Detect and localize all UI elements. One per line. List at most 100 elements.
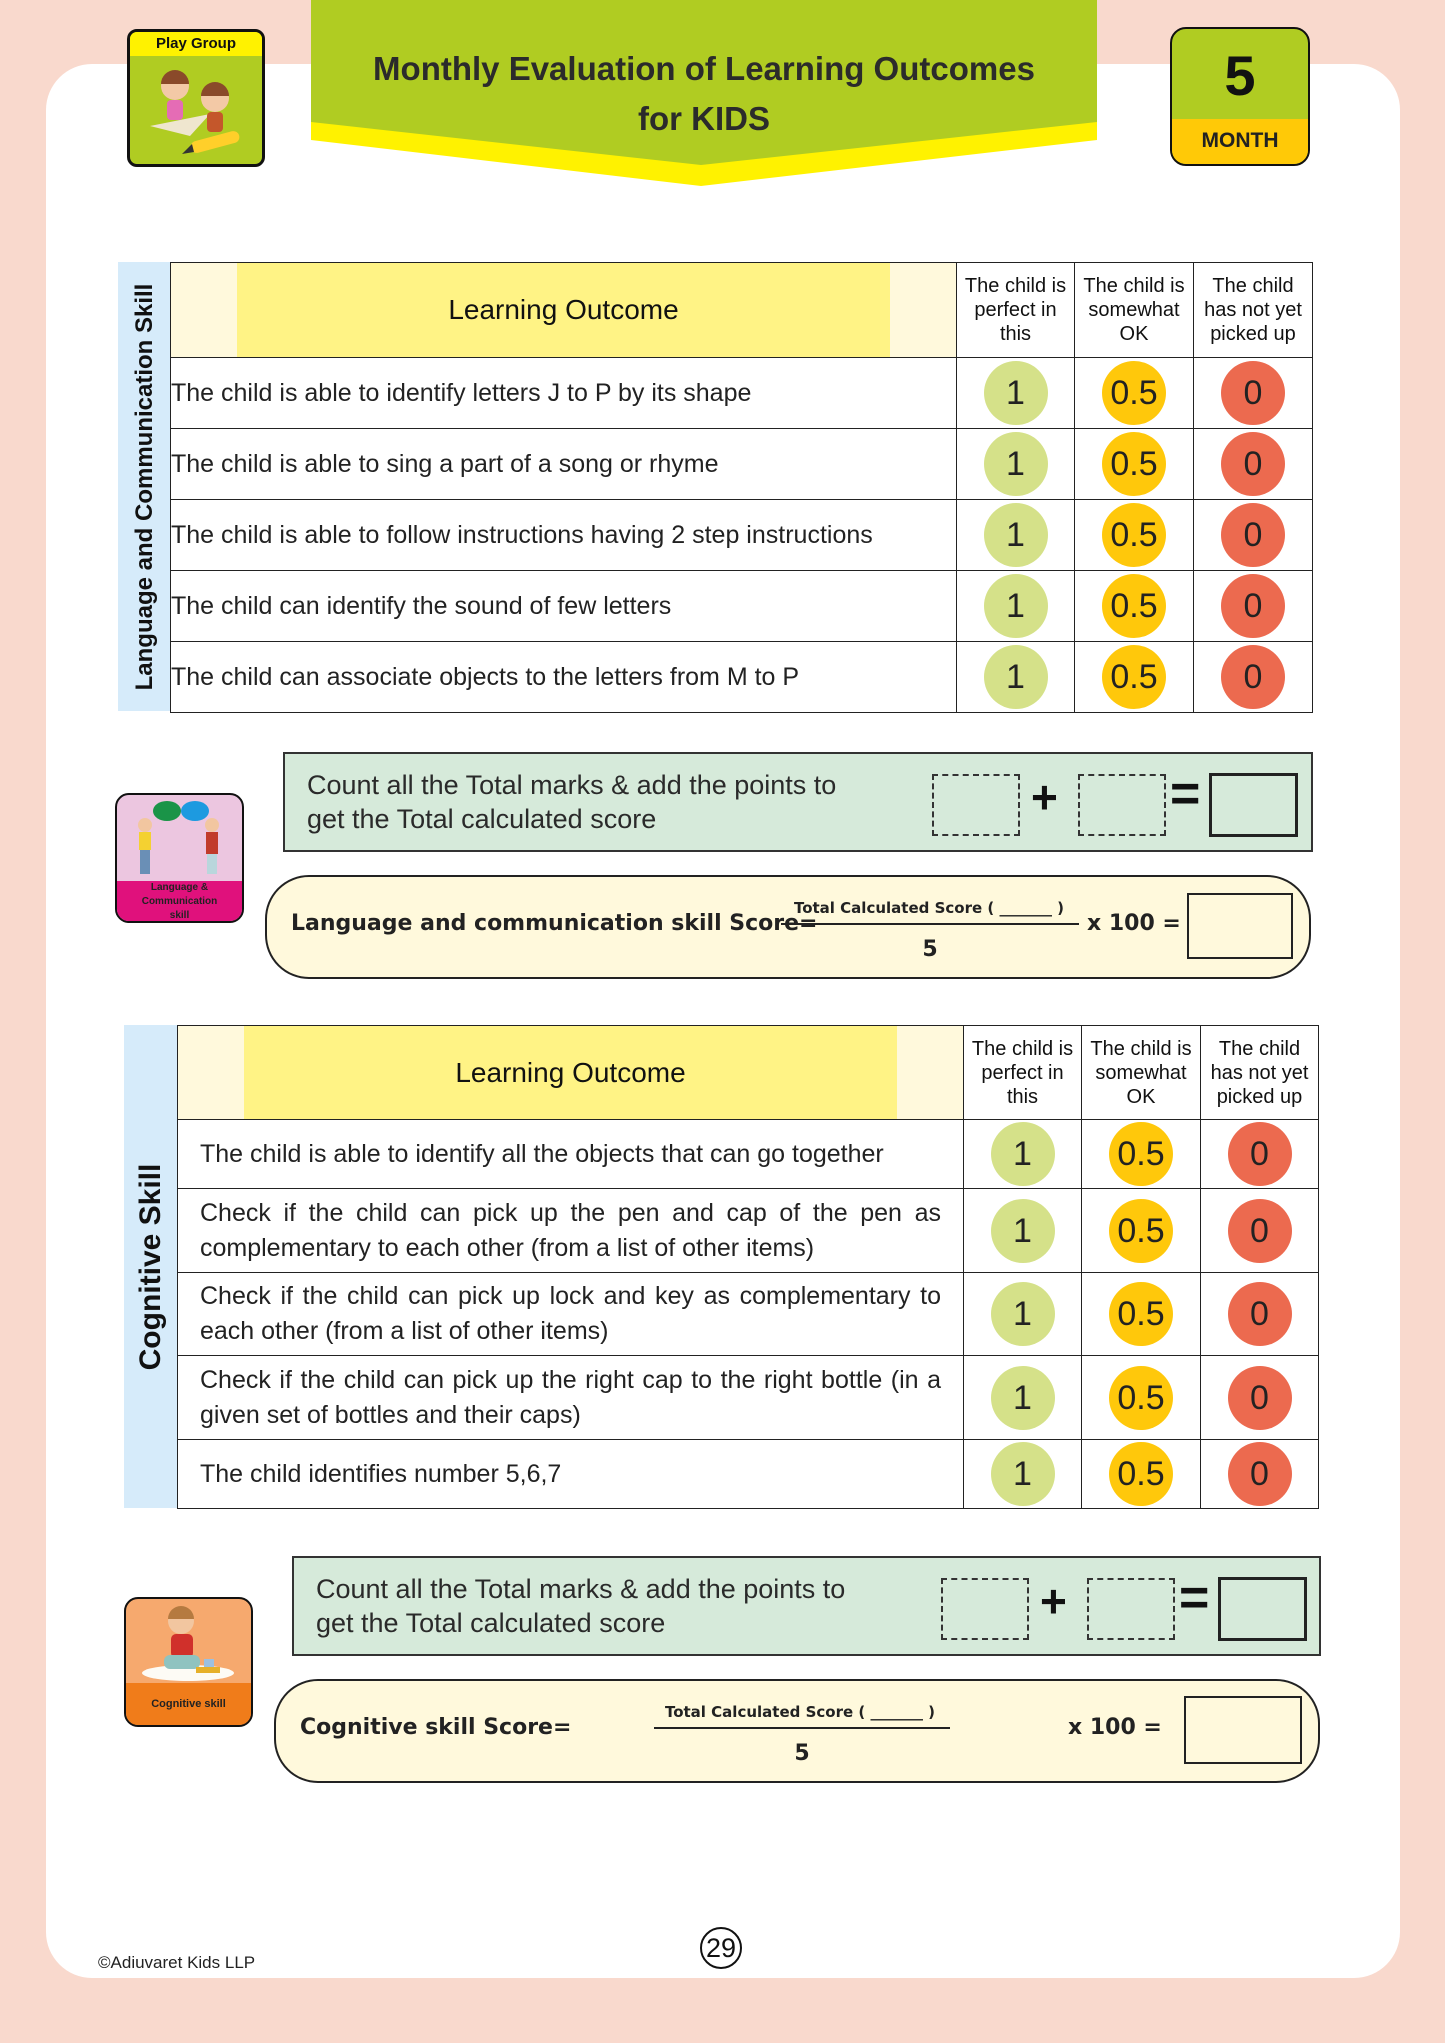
- month-label: MONTH: [1172, 119, 1308, 164]
- score-ok-option[interactable]: 0.5: [1102, 574, 1166, 638]
- score-not-yet-option[interactable]: 0: [1227, 1282, 1292, 1346]
- cognitive-count-box: Count all the Total marks & add the poin…: [292, 1556, 1321, 1656]
- score-perfect-option[interactable]: 1: [983, 574, 1048, 638]
- score-not-yet-option[interactable]: 0: [1227, 1198, 1292, 1263]
- page-title: Monthly Evaluation of Learning Outcomes …: [373, 50, 1035, 137]
- outcome-text: Check if the child can pick up lock and …: [177, 1272, 964, 1356]
- score-ok-option[interactable]: 0.5: [1109, 1198, 1173, 1263]
- score-perfect-option[interactable]: 1: [990, 1365, 1055, 1430]
- score-perfect-option[interactable]: 1: [990, 1122, 1055, 1186]
- formula-multiplier: x 100 =: [1087, 911, 1181, 936]
- score-ok-option[interactable]: 0.5: [1102, 503, 1166, 567]
- child-playing-icon: [142, 1606, 234, 1681]
- count-instruction: Count all the Total marks & add the poin…: [307, 770, 837, 834]
- equals-sign: =: [1170, 765, 1201, 823]
- table-row: The child is able to identify all the ob…: [177, 1119, 1319, 1189]
- outcome-text: The child identifies number 5,6,7: [177, 1439, 964, 1509]
- score-perfect-option[interactable]: 1: [990, 1198, 1055, 1263]
- col-perfect-header: The child is perfect in this: [963, 1025, 1082, 1120]
- score-not-yet-option[interactable]: 0: [1221, 574, 1285, 638]
- formula-numerator: Total Calculated Score ( _______ ): [664, 1703, 936, 1721]
- table-header-row: Learning Outcome The child is perfect in…: [170, 262, 1313, 358]
- fraction-line: [781, 923, 1079, 925]
- section-label-cognitive: Cognitive Skill: [124, 1025, 178, 1508]
- learning-outcome-header: Learning Outcome: [177, 1025, 964, 1120]
- score-not-yet-option[interactable]: 0: [1221, 503, 1285, 567]
- score-ok-option[interactable]: 0.5: [1109, 1442, 1173, 1506]
- outcome-text: The child can identify the sound of few …: [170, 570, 957, 642]
- count-input-box-1[interactable]: [932, 774, 1020, 836]
- plus-sign: +: [1031, 771, 1058, 823]
- score-ok-option[interactable]: 0.5: [1109, 1365, 1173, 1430]
- formula-label: Cognitive skill Score=: [300, 1715, 572, 1740]
- outcome-text: The child can associate objects to the l…: [170, 641, 957, 713]
- outcome-text: The child is able to identify letters J …: [170, 357, 957, 429]
- language-score-formula: Language and communication skill Score= …: [265, 875, 1311, 979]
- table-row: The child is able to identify letters J …: [170, 357, 1313, 429]
- outcome-text: The child is able to sing a part of a so…: [170, 428, 957, 500]
- section-label-language: Language and Communication Skill: [118, 262, 172, 711]
- count-input-box-2[interactable]: [1078, 774, 1166, 836]
- score-perfect-option[interactable]: 1: [983, 361, 1048, 425]
- table-row: The child can identify the sound of few …: [170, 570, 1313, 642]
- col-perfect-header: The child is perfect in this: [956, 262, 1075, 358]
- table-row: The child is able to follow instructions…: [170, 499, 1313, 571]
- cognitive-score-formula: Cognitive skill Score= Total Calculated …: [274, 1679, 1320, 1783]
- month-badge: 5 MONTH: [1170, 27, 1310, 166]
- outcome-text: Check if the child can pick up the right…: [177, 1355, 964, 1440]
- score-ok-option[interactable]: 0.5: [1102, 432, 1166, 496]
- score-ok-option[interactable]: 0.5: [1109, 1282, 1173, 1346]
- equals-sign: =: [1179, 1569, 1210, 1627]
- learning-outcome-header: Learning Outcome: [170, 262, 957, 358]
- score-perfect-option[interactable]: 1: [983, 432, 1048, 496]
- formula-multiplier: x 100 =: [1068, 1715, 1162, 1740]
- cognitive-skill-icon: Cognitive skill: [124, 1597, 253, 1727]
- score-not-yet-option[interactable]: 0: [1227, 1442, 1292, 1506]
- table-row: Check if the child can pick up the pen a…: [177, 1188, 1319, 1273]
- count-instruction: Count all the Total marks & add the poin…: [316, 1574, 846, 1638]
- language-skill-icon: Language & Communication skill: [115, 793, 244, 923]
- score-not-yet-option[interactable]: 0: [1221, 432, 1285, 496]
- score-not-yet-option[interactable]: 0: [1221, 645, 1285, 709]
- score-perfect-option[interactable]: 1: [983, 645, 1048, 709]
- formula-denominator: 5: [922, 937, 938, 962]
- score-not-yet-option[interactable]: 0: [1227, 1365, 1292, 1430]
- score-not-yet-option[interactable]: 0: [1221, 361, 1285, 425]
- kids-illustration-icon: [150, 70, 240, 154]
- talking-kids-icon: [138, 801, 219, 874]
- table-row: Check if the child can pick up the right…: [177, 1355, 1319, 1440]
- table-row: The child identifies number 5,6,7 1 0.5 …: [177, 1439, 1319, 1509]
- cognitive-evaluation-table: Learning Outcome The child is perfect in…: [177, 1025, 1319, 1509]
- score-perfect-option[interactable]: 1: [990, 1282, 1055, 1346]
- language-score-result-input[interactable]: [1187, 893, 1293, 959]
- table-row: The child can associate objects to the l…: [170, 641, 1313, 713]
- language-skill-caption: Language & Communication skill: [117, 881, 242, 921]
- language-evaluation-table: Learning Outcome The child is perfect in…: [170, 262, 1313, 713]
- total-score-input[interactable]: [1218, 1577, 1307, 1641]
- page-number: 29: [700, 1927, 742, 1969]
- cognitive-skill-caption: Cognitive skill: [126, 1683, 251, 1725]
- table-row: The child is able to sing a part of a so…: [170, 428, 1313, 500]
- score-perfect-option[interactable]: 1: [983, 503, 1048, 567]
- title-banner: Monthly Evaluation of Learning Outcomes …: [311, 0, 1097, 186]
- outcome-text: The child is able to follow instructions…: [170, 499, 957, 571]
- col-ok-header: The child is somewhat OK: [1074, 262, 1194, 358]
- cognitive-score-result-input[interactable]: [1184, 1696, 1302, 1764]
- score-perfect-option[interactable]: 1: [990, 1442, 1055, 1506]
- play-group-label: Play Group: [130, 32, 262, 56]
- plus-sign: +: [1040, 1575, 1067, 1627]
- outcome-text: The child is able to identify all the ob…: [177, 1119, 964, 1189]
- outcome-text: Check if the child can pick up the pen a…: [177, 1188, 964, 1273]
- score-ok-option[interactable]: 0.5: [1102, 645, 1166, 709]
- col-not-yet-header: The child has not yet picked up: [1193, 262, 1313, 358]
- score-not-yet-option[interactable]: 0: [1227, 1122, 1292, 1186]
- formula-denominator: 5: [794, 1741, 810, 1766]
- score-ok-option[interactable]: 0.5: [1109, 1122, 1173, 1186]
- month-number: 5: [1224, 44, 1256, 107]
- count-input-box-2[interactable]: [1087, 1578, 1175, 1640]
- col-not-yet-header: The child has not yet picked up: [1200, 1025, 1319, 1120]
- score-ok-option[interactable]: 0.5: [1102, 361, 1166, 425]
- count-input-box-1[interactable]: [941, 1578, 1029, 1640]
- table-row: Check if the child can pick up lock and …: [177, 1272, 1319, 1356]
- total-score-input[interactable]: [1209, 773, 1298, 837]
